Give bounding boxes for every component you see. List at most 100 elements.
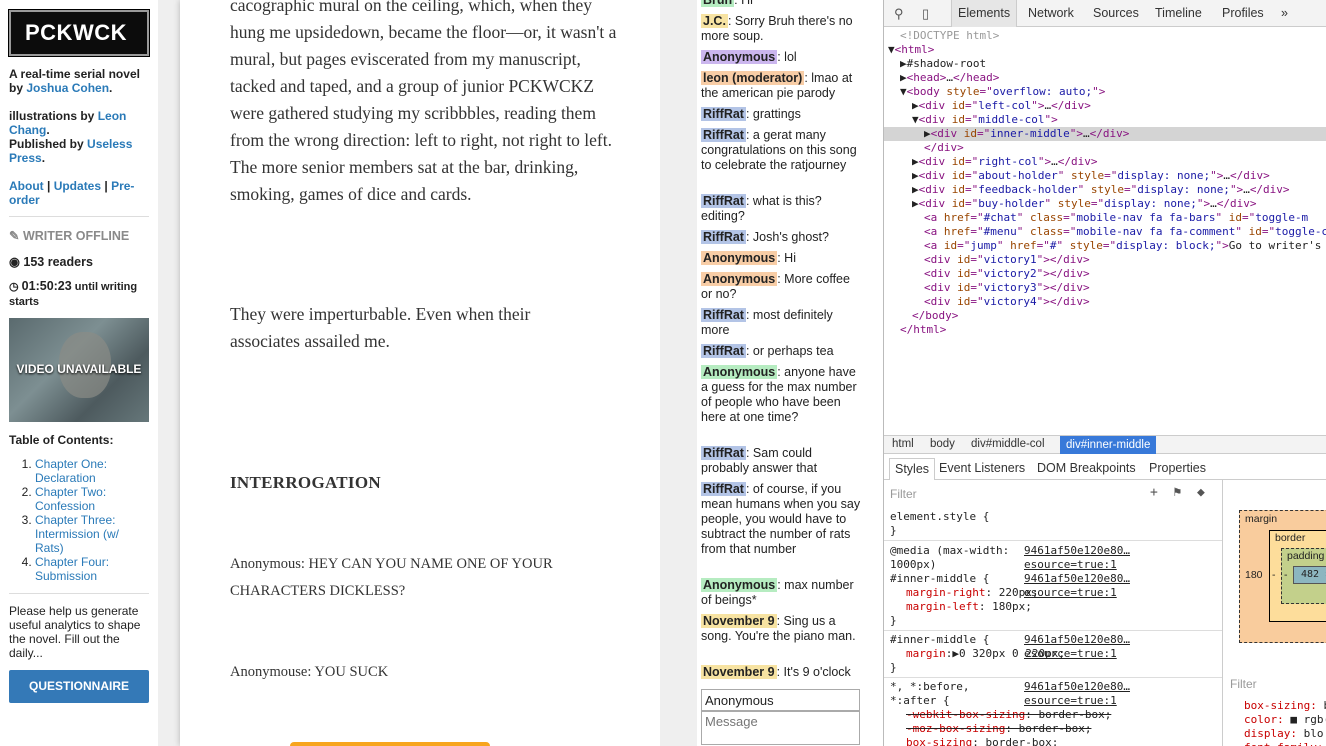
padding-label: padding bbox=[1287, 550, 1325, 562]
tab-timeline[interactable]: Timeline bbox=[1155, 0, 1202, 27]
chat-username[interactable]: Anonymous bbox=[701, 272, 778, 286]
orange-button-edge[interactable] bbox=[290, 742, 490, 746]
tab-profiles[interactable]: Profiles bbox=[1222, 0, 1264, 27]
tab-properties[interactable]: Properties bbox=[1149, 461, 1206, 475]
dom-node[interactable]: ▶<div id="left-col">…</div> bbox=[912, 99, 1091, 113]
chat-username[interactable]: RiffRat bbox=[701, 194, 746, 208]
toc-chapter-two[interactable]: Chapter Two: Confession bbox=[35, 485, 150, 513]
chat-username[interactable]: Bruh bbox=[701, 0, 735, 7]
css-source-link[interactable]: 9461af50e120e80…esource=true:1 bbox=[1024, 680, 1222, 708]
dom-node[interactable]: <div id="victory2"></div> bbox=[924, 267, 1090, 281]
computed-filter-input[interactable]: Filter bbox=[1230, 677, 1257, 691]
more-tabs-icon[interactable]: » bbox=[1281, 0, 1288, 27]
chat-username[interactable]: November 9 bbox=[701, 665, 777, 679]
chat-username[interactable]: Anonymous bbox=[701, 578, 778, 592]
chat-message: RiffRat: of course, if you mean humans w… bbox=[701, 482, 861, 557]
css-source-link[interactable]: 9461af50e120e80…esource=true:1 bbox=[1024, 544, 1222, 572]
dom-node[interactable]: ▼<body style="overflow: auto;"> bbox=[900, 85, 1105, 99]
chat-username[interactable]: RiffRat bbox=[701, 446, 746, 460]
chat-message: RiffRat: or perhaps tea bbox=[701, 344, 861, 359]
pckwck-logo[interactable]: PCKWCK bbox=[8, 9, 150, 57]
dom-node[interactable]: ▶<div id="buy-holder" style="display: no… bbox=[912, 197, 1256, 211]
chat-message-input[interactable] bbox=[701, 711, 860, 745]
chat-username[interactable]: Anonymous bbox=[701, 251, 778, 265]
about-link[interactable]: About bbox=[9, 179, 44, 193]
pin-icon[interactable]: ⚑ bbox=[1173, 485, 1181, 500]
chat-text: : or perhaps tea bbox=[745, 344, 834, 358]
chat-username[interactable]: RiffRat bbox=[701, 107, 746, 121]
tab-event-listeners[interactable]: Event Listeners bbox=[939, 461, 1025, 475]
questionnaire-button[interactable]: QUESTIONNAIRE bbox=[9, 670, 149, 703]
toc-chapter-one[interactable]: Chapter One: Declaration bbox=[35, 457, 150, 485]
dom-node[interactable]: </html> bbox=[900, 323, 946, 337]
published-prefix: Published by bbox=[9, 137, 84, 151]
chat-username[interactable]: RiffRat bbox=[701, 230, 746, 244]
nav-links: About | Updates | Pre-order bbox=[9, 179, 135, 207]
computed-styles: box-sizing: b color: ■ rgb( display: blo… bbox=[1244, 699, 1326, 746]
toc-chapter-four[interactable]: Chapter Four: Submission bbox=[35, 555, 150, 583]
updates-link[interactable]: Updates bbox=[54, 179, 101, 193]
dom-node[interactable]: ▼<div id="middle-col"> bbox=[912, 113, 1058, 127]
margin-left-value[interactable]: 180 bbox=[1245, 569, 1263, 581]
writer-status: ✎ WRITER OFFLINE bbox=[9, 229, 130, 243]
css-rule-element-style[interactable]: element.style { bbox=[890, 510, 989, 524]
device-icon[interactable]: ▯ bbox=[922, 6, 929, 22]
box-model-diagram: 482 × margin border padding 180 - - bbox=[1239, 510, 1326, 643]
dom-node[interactable]: ▶<head>…</head> bbox=[900, 71, 999, 85]
story-question: Anonymouse: YOU SUCK bbox=[230, 664, 389, 680]
dom-node[interactable]: <a href="#menu" class="mobile-nav fa fa-… bbox=[924, 225, 1326, 239]
dom-node[interactable]: <!DOCTYPE html> bbox=[900, 29, 999, 43]
rule-divider bbox=[884, 677, 1222, 678]
dom-node[interactable]: ▼<html> bbox=[888, 43, 934, 57]
border-left-value[interactable]: - bbox=[1272, 569, 1276, 581]
chat-username[interactable]: RiffRat bbox=[701, 308, 746, 322]
dom-node[interactable]: ▶<div id="about-holder" style="display: … bbox=[912, 169, 1270, 183]
dom-node[interactable]: <a id="jump" href="#" style="display: bl… bbox=[924, 239, 1321, 253]
add-rule-icon[interactable]: + bbox=[1150, 485, 1158, 500]
chat-username[interactable]: Anonymous bbox=[701, 50, 778, 64]
dom-node[interactable]: </body> bbox=[912, 309, 958, 323]
tab-network[interactable]: Network bbox=[1028, 0, 1074, 27]
dom-node[interactable]: <div id="victory1"></div> bbox=[924, 253, 1090, 267]
color-format-icon[interactable]: ◆ bbox=[1197, 485, 1205, 500]
dom-node[interactable]: <div id="victory4"></div> bbox=[924, 295, 1090, 309]
video-player[interactable]: VIDEO UNAVAILABLE bbox=[9, 318, 149, 422]
breadcrumb: html body div#middle-col div#inner-middl… bbox=[884, 435, 1326, 454]
chat-username[interactable]: leon (moderator) bbox=[701, 71, 805, 85]
pane-divider[interactable] bbox=[1222, 480, 1223, 746]
dom-node[interactable]: ▶<div id="right-col">…</div> bbox=[912, 155, 1097, 169]
dom-node[interactable]: ▶#shadow-root bbox=[900, 57, 986, 71]
chat-username[interactable]: Anonymous bbox=[701, 365, 778, 379]
crumb-html[interactable]: html bbox=[892, 438, 914, 450]
dom-node[interactable]: </div> bbox=[924, 141, 964, 155]
dom-node[interactable]: <a href="#chat" class="mobile-nav fa fa-… bbox=[924, 211, 1308, 225]
crumb-middle-col[interactable]: div#middle-col bbox=[971, 438, 1045, 450]
css-media-rule[interactable]: @media (max-width: bbox=[890, 544, 1009, 558]
dom-node[interactable]: ▶<div id="feedback-holder" style="displa… bbox=[912, 183, 1290, 197]
story-paragraph: cacographic mural on the ceiling, which,… bbox=[230, 0, 617, 204]
chat-username[interactable]: RiffRat bbox=[701, 344, 746, 358]
chat-username[interactable]: November 9 bbox=[701, 614, 777, 628]
styles-filter-input[interactable]: Filter bbox=[890, 487, 917, 501]
tab-elements[interactable]: Elements bbox=[951, 0, 1018, 27]
tab-styles[interactable]: Styles bbox=[889, 458, 936, 480]
chat-username[interactable]: RiffRat bbox=[701, 128, 746, 142]
padding-left-value[interactable]: - bbox=[1284, 569, 1288, 581]
chat-username[interactable]: J.C. bbox=[701, 14, 728, 28]
story-paragraph: They were imperturbable. Even when their… bbox=[230, 304, 531, 351]
tab-dom-breakpoints[interactable]: DOM Breakpoints bbox=[1037, 461, 1136, 475]
chat-username[interactable]: RiffRat bbox=[701, 482, 746, 496]
crumb-inner-middle[interactable]: div#inner-middle bbox=[1060, 436, 1157, 454]
dom-node[interactable]: <div id="victory3"></div> bbox=[924, 281, 1090, 295]
countdown: ◷ 01:50:23 until writing starts bbox=[9, 279, 138, 308]
css-source-link[interactable]: 9461af50e120e80…esource=true:1 bbox=[1024, 572, 1222, 600]
dom-node-selected[interactable]: ▶<div id="inner-middle">…</div> bbox=[884, 127, 1326, 141]
toc-chapter-three[interactable]: Chapter Three: Intermission (w/ Rats) bbox=[35, 513, 150, 555]
box-model-content[interactable]: 482 × bbox=[1293, 566, 1326, 584]
chat-name-input[interactable]: Anonymous bbox=[701, 689, 860, 711]
tab-sources[interactable]: Sources bbox=[1093, 0, 1139, 27]
chat-message: Anonymous: max number of beings* bbox=[701, 578, 861, 608]
author-link[interactable]: Joshua Cohen bbox=[26, 81, 109, 95]
search-icon[interactable]: ⚲ bbox=[894, 6, 904, 22]
crumb-body[interactable]: body bbox=[930, 438, 955, 450]
